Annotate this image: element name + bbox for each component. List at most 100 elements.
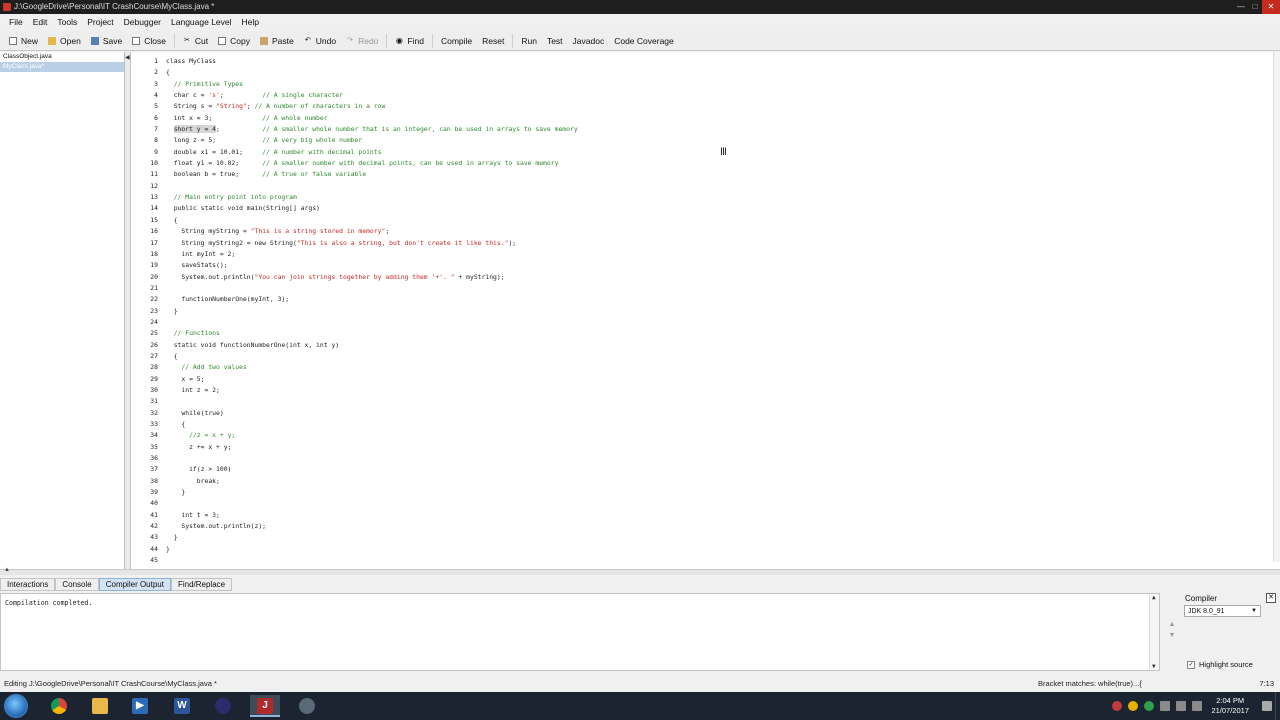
antivirus-tray-icon[interactable] <box>1112 701 1123 711</box>
code-line[interactable]: int t = 3; <box>166 510 578 521</box>
tab-console[interactable]: Console <box>55 578 99 591</box>
file-explorer-taskbar-icon[interactable] <box>85 695 115 717</box>
tab-find-replace[interactable]: Find/Replace <box>170 578 233 591</box>
code-line[interactable] <box>166 555 578 566</box>
output-scrollbar[interactable]: ▲ ▼ <box>1149 594 1159 670</box>
code-line[interactable]: int x = 3; // A whole number <box>166 113 578 124</box>
file-item-myclass[interactable]: MyClass.java* <box>0 62 124 72</box>
code-line[interactable] <box>166 317 578 328</box>
reset-button[interactable]: Reset <box>477 32 509 50</box>
start-button-icon[interactable] <box>4 694 28 718</box>
copy-button[interactable]: Copy <box>213 32 255 50</box>
status-tray-icon[interactable] <box>1144 701 1155 711</box>
code-line[interactable]: long z = 5; // A very big whole number <box>166 135 578 146</box>
test-button[interactable]: Test <box>542 32 568 50</box>
code-line[interactable]: // Primitive Types <box>166 79 578 90</box>
code-line[interactable]: char c = 's'; // A single character <box>166 90 578 101</box>
code-line[interactable]: if(z > 100) <box>166 464 578 475</box>
minimize-icon[interactable]: — <box>1234 0 1248 14</box>
code-line[interactable]: x = 5; <box>166 374 578 385</box>
javadoc-button[interactable]: Javadoc <box>568 32 610 50</box>
code-line[interactable]: class MyClass <box>166 56 578 67</box>
code-line[interactable]: break; <box>166 476 578 487</box>
code-line[interactable]: { <box>166 215 578 226</box>
code-line[interactable] <box>166 453 578 464</box>
save-button[interactable]: Save <box>86 32 127 50</box>
code-line[interactable]: boolean b = true; // A true or false var… <box>166 169 578 180</box>
code-line[interactable]: } <box>166 544 578 555</box>
code-line[interactable]: short y = 4; // A smaller whole number t… <box>166 124 578 135</box>
volume-tray-icon[interactable] <box>1176 701 1187 711</box>
code-editor[interactable]: 1 2 3 4 5 6 7 8 9 10 11 12 13 14 15 16 17 18 19 20 21 22 23 24 2… <box>131 52 1280 569</box>
code-line[interactable]: // Main entry point into program <box>166 192 578 203</box>
code-line[interactable]: //z = x + y; <box>166 430 578 441</box>
code-line[interactable]: double x1 = 10.01; // A number with deci… <box>166 147 578 158</box>
code-line[interactable]: } <box>166 532 578 543</box>
redo-button[interactable]: ↷ Redo <box>341 32 383 50</box>
code-line[interactable]: while(true) <box>166 408 578 419</box>
code-line[interactable]: { <box>166 351 578 362</box>
collapse-arrow-icon[interactable]: ▲ <box>4 567 10 573</box>
cut-button[interactable]: ✂ Cut <box>178 32 213 50</box>
compiler-select[interactable]: JDK 8.0_91 ▼ <box>1184 605 1261 617</box>
code-line[interactable]: } <box>166 306 578 317</box>
code-line[interactable]: int myInt = 2; <box>166 249 578 260</box>
menu-edit[interactable]: Edit <box>28 14 53 30</box>
word-taskbar-icon[interactable]: W <box>167 695 197 717</box>
menu-tools[interactable]: Tools <box>52 14 82 30</box>
tab-interactions[interactable]: Interactions <box>0 578 56 591</box>
menu-debugger[interactable]: Debugger <box>119 14 166 30</box>
eclipse-taskbar-icon[interactable] <box>208 695 238 717</box>
editor-scrollbar[interactable] <box>1273 52 1280 562</box>
code-line[interactable]: { <box>166 67 578 78</box>
close-panel-icon[interactable]: ✕ <box>1266 593 1276 603</box>
run-button[interactable]: Run <box>516 32 542 50</box>
code-line[interactable]: // Functions <box>166 328 578 339</box>
paste-button[interactable]: Paste <box>255 32 299 50</box>
system-clock[interactable]: 2:04 PM 21/07/2017 <box>1211 696 1249 716</box>
menu-language-level[interactable]: Language Level <box>166 14 237 30</box>
find-button[interactable]: ◉ Find <box>390 32 429 50</box>
action-center-icon[interactable] <box>1262 701 1272 711</box>
highlight-source-toggle[interactable]: ✓ Highlight source <box>1187 660 1253 669</box>
undo-button[interactable]: ↶ Undo <box>299 32 341 50</box>
code-line[interactable]: z += x + y; <box>166 442 578 453</box>
drjava-taskbar-icon[interactable]: J <box>250 695 280 717</box>
show-desktop-button[interactable] <box>1275 692 1280 720</box>
code-line[interactable]: String myString = "This is a string stor… <box>166 226 578 237</box>
notification-tray-icon[interactable] <box>1128 701 1139 711</box>
network-tray-icon[interactable] <box>1160 701 1171 711</box>
close-button[interactable]: Close <box>127 32 171 50</box>
code-line[interactable] <box>166 181 578 192</box>
menu-project[interactable]: Project <box>82 14 118 30</box>
scroll-up-icon[interactable]: ▲ <box>1152 594 1156 601</box>
code-line[interactable]: functionNumberOne(myInt, 3); <box>166 294 578 305</box>
code-line[interactable]: System.out.println(z); <box>166 521 578 532</box>
previous-error-icon[interactable]: ▲ <box>1166 619 1178 630</box>
highlight-source-checkbox[interactable]: ✓ <box>1187 660 1195 669</box>
code-text[interactable]: class MyClass{ // Primitive Types char c… <box>166 56 578 566</box>
tab-compiler-output[interactable]: Compiler Output <box>98 578 171 591</box>
code-line[interactable] <box>166 283 578 294</box>
maximize-icon[interactable]: □ <box>1248 0 1262 14</box>
code-line[interactable]: int z = 2; <box>166 385 578 396</box>
chrome-taskbar-icon[interactable] <box>44 695 74 717</box>
code-line[interactable] <box>166 396 578 407</box>
code-line[interactable]: String myString2 = new String("This is a… <box>166 238 578 249</box>
code-line[interactable]: System.out.println("You can join strings… <box>166 272 578 283</box>
code-line[interactable]: { <box>166 419 578 430</box>
menu-help[interactable]: Help <box>237 14 264 30</box>
code-line[interactable] <box>166 498 578 509</box>
code-line[interactable]: saveStats(); <box>166 260 578 271</box>
next-error-icon[interactable]: ▼ <box>1166 630 1178 641</box>
file-item-classobject[interactable]: ClassObject.java <box>0 52 124 62</box>
code-line[interactable]: float y1 = 10.02; // A smaller number wi… <box>166 158 578 169</box>
code-line[interactable]: // Add two values <box>166 362 578 373</box>
code-line[interactable]: } <box>166 487 578 498</box>
new-button[interactable]: New <box>4 32 43 50</box>
code-line[interactable]: String s = "String"; // A number of char… <box>166 101 578 112</box>
code-line[interactable]: public static void main(String[] args) <box>166 203 578 214</box>
collapse-arrow-icon[interactable]: ◀ <box>125 54 130 61</box>
compiler-output-area[interactable]: Compilation completed. ▲ ▼ <box>0 593 1160 671</box>
open-button[interactable]: Open <box>43 32 86 50</box>
